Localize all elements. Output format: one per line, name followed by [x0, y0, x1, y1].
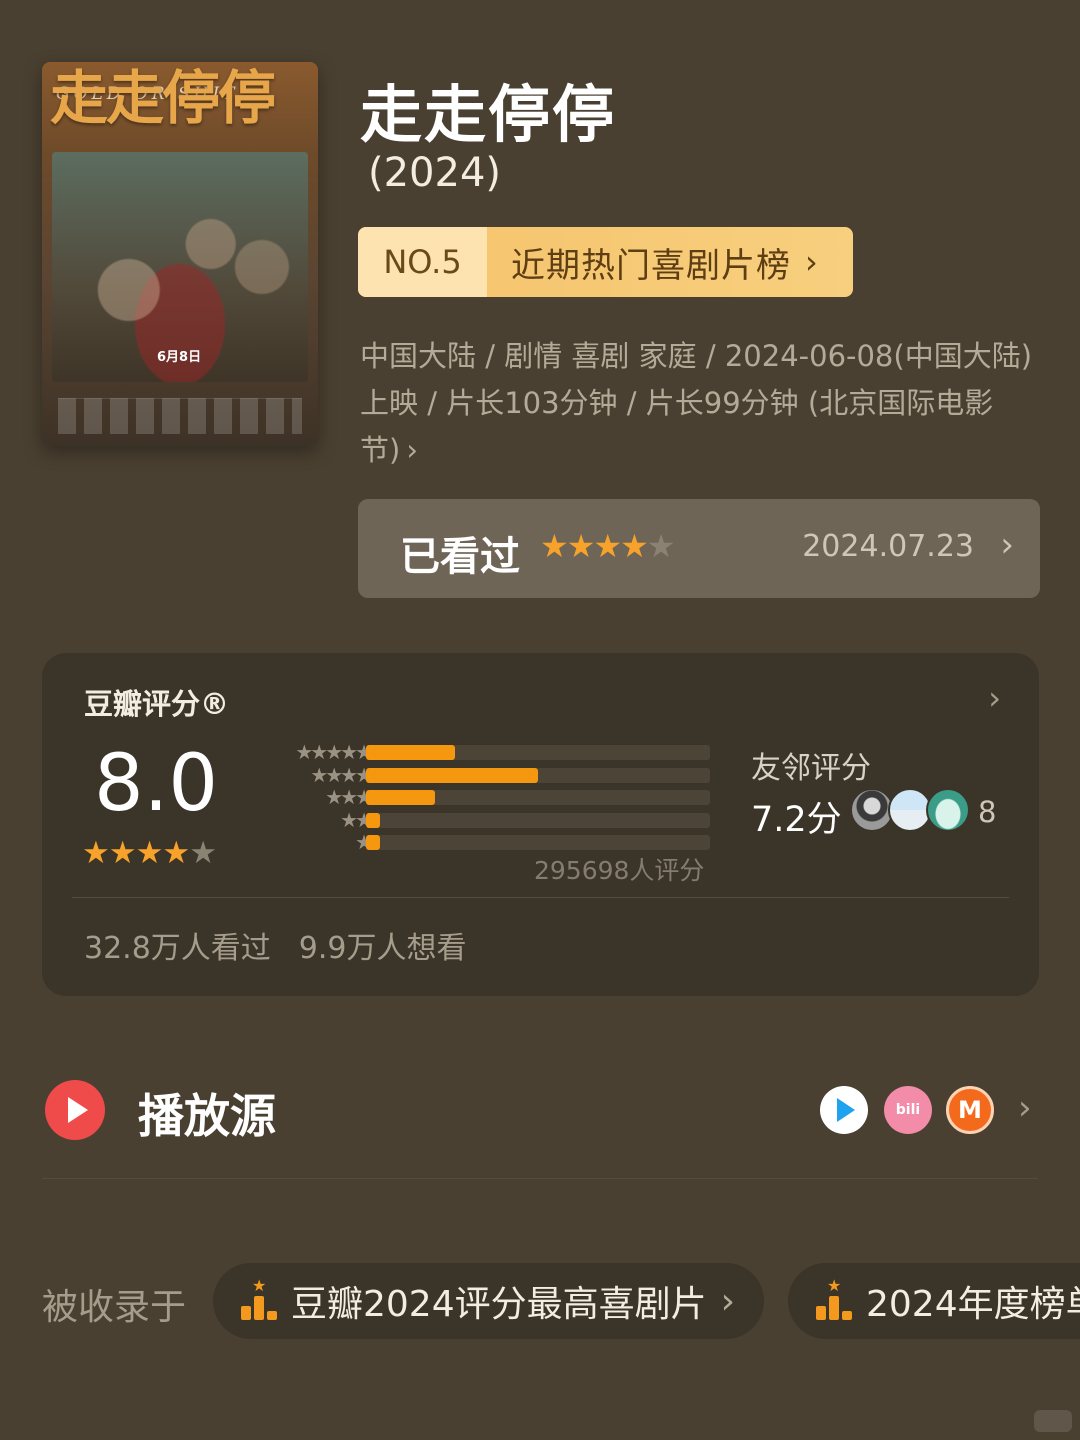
watched-date: 2024.07.23 [802, 529, 974, 564]
chevron-right-icon: › [805, 243, 819, 281]
rank-number: NO.5 [358, 227, 487, 297]
rating-count: 295698人评分 [534, 856, 705, 885]
star-filled-icon: ★ [108, 835, 137, 871]
watched-label: 已看过 [400, 534, 520, 580]
mango-tv-icon[interactable]: M [946, 1086, 994, 1134]
collection-chip[interactable]: ★ 2024年度榜单 [788, 1263, 1080, 1339]
distribution-bar-track [366, 812, 710, 828]
rank-list-label: 近期热门喜剧片榜 › [487, 227, 853, 297]
poster-credits [58, 398, 302, 434]
movie-poster[interactable]: GOLD OR SHIT 走走停停 6月8日 [42, 62, 318, 446]
distribution-row-3-star: ★★★ [254, 786, 724, 809]
collection-chip-label: 2024年度榜单 [866, 1284, 1080, 1325]
distribution-bar-track [366, 790, 710, 805]
distribution-bar-fill [366, 790, 435, 805]
tencent-video-icon[interactable] [820, 1086, 868, 1134]
collections-label: 被收录于 [42, 1287, 187, 1328]
distribution-star-label: ★★★★ [310, 762, 373, 787]
rating-distribution: ★★★★★ ★★★★ ★★★ ★★ ★ [254, 741, 724, 854]
distribution-bar-track [366, 767, 710, 783]
rank-badge[interactable]: NO.5 近期热门喜剧片榜 › [358, 227, 853, 297]
movie-meta-info[interactable]: 中国大陆 / 剧情 喜剧 家庭 / 2024-06-08(中国大陆) 上映 / … [360, 333, 1032, 474]
movie-title: 走走停停 [360, 78, 617, 151]
star-filled-icon: ★ [593, 527, 622, 565]
star-filled-icon: ★ [620, 527, 649, 565]
watch-stats: 32.8万人看过 9.9万人想看 [84, 923, 467, 967]
chevron-right-icon: › [988, 679, 1001, 717]
collection-chip[interactable]: ★ 豆瓣2024评分最高喜剧片 › [213, 1263, 764, 1339]
watermark-logo [1034, 1410, 1072, 1432]
star-filled-icon: ★ [162, 835, 190, 871]
distribution-star-label: ★★★ [325, 785, 373, 809]
star-empty-icon: ★ [189, 835, 217, 871]
bilibili-icon[interactable]: bili [884, 1086, 932, 1134]
distribution-bar-track [366, 745, 710, 760]
star-filled-icon: ★ [540, 527, 569, 565]
distribution-bar-fill [366, 835, 380, 850]
play-sources-title[interactable]: 播放源 [138, 1080, 276, 1146]
movie-meta-text: 中国大陆 / 剧情 喜剧 家庭 / 2024-06-08(中国大陆) 上映 / … [360, 339, 1033, 467]
distribution-bar-fill [366, 745, 456, 760]
chevron-right-icon: › [720, 1280, 736, 1322]
star-filled-icon: ★ [82, 835, 110, 871]
divider [72, 897, 1009, 898]
distribution-row-4-star: ★★★★ [254, 764, 724, 787]
ranking-icon: ★ [814, 1276, 854, 1322]
rank-list-name: 近期热门喜剧片榜 [511, 245, 791, 286]
poster-title: 走走停停 [50, 64, 276, 132]
distribution-bar-track [366, 835, 710, 850]
wish-count: 9.9万人想看 [298, 931, 467, 966]
divider [42, 1178, 1038, 1179]
poster-release-date: 6月8日 [157, 350, 202, 365]
play-icon [45, 1080, 105, 1140]
douban-score-stars: ★★★★★ [82, 835, 217, 871]
distribution-row-2-star: ★★ [254, 809, 724, 832]
friends-rating-score: 7.2分 [751, 800, 842, 840]
chevron-right-icon: › [406, 433, 418, 467]
douban-rating-card[interactable]: 豆瓣评分® › 8.0 ★★★★★ ★★★★★ ★★★★ ★★★ ★★ ★ 295698… [42, 653, 1039, 996]
collection-chip-label: 豆瓣2024评分最高喜剧片 [291, 1284, 707, 1325]
distribution-bar-fill [366, 812, 380, 828]
friends-rating-label: 友邻评分 [751, 751, 871, 786]
movie-year: (2024) [368, 150, 502, 196]
star-empty-icon: ★ [646, 527, 676, 565]
star-filled-icon: ★ [135, 835, 164, 871]
chevron-right-icon: › [1000, 525, 1014, 565]
my-rating-stars: ★★★★★ [540, 527, 676, 565]
watched-count: 32.8万人看过 [84, 931, 271, 966]
star-filled-icon: ★ [566, 527, 596, 565]
ranking-icon: ★ [239, 1276, 279, 1322]
douban-score: 8.0 [94, 739, 219, 829]
distribution-row-5-star: ★★★★★ [254, 741, 724, 764]
chevron-right-icon[interactable]: › [1018, 1088, 1032, 1128]
distribution-bar-fill [366, 767, 538, 783]
friends-count: 8 [978, 795, 997, 829]
rating-card-title: 豆瓣评分® [84, 687, 230, 721]
distribution-star-label: ★★★★★ [295, 740, 373, 764]
friend-avatar[interactable] [926, 788, 970, 832]
watched-status-button[interactable]: 已看过 ★★★★★ 2024.07.23 › [358, 499, 1040, 598]
